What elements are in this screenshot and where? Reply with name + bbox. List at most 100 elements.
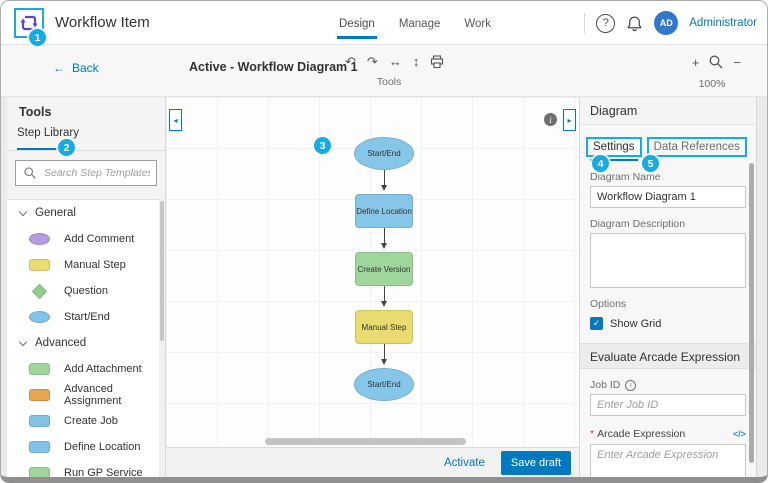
canvas-hscrollbar[interactable] — [168, 438, 577, 445]
step-shape-diamond — [32, 283, 48, 299]
step-shape-ellipse — [29, 311, 50, 323]
sidebar-title: Tools — [7, 97, 165, 123]
chevron-left-icon: ◂ — [173, 116, 177, 125]
panel-scroll-thumb[interactable] — [749, 163, 754, 463]
step-shape-rect — [29, 389, 50, 401]
step-item-label: Add Comment — [64, 233, 134, 245]
diagram-name-label: Diagram Name — [590, 171, 746, 183]
save-draft-button[interactable]: Save draft — [501, 451, 571, 475]
step-shape-rect — [29, 363, 50, 375]
checkbox-checked-icon[interactable]: ✓ — [590, 317, 603, 330]
section-header-general[interactable]: General — [7, 200, 159, 226]
step-item-add-attachment[interactable]: Add Attachment — [7, 356, 159, 382]
undo-icon[interactable]: ↶ — [345, 52, 356, 72]
user-name[interactable]: Administrator — [689, 17, 757, 29]
flow-connector-arrow — [381, 228, 387, 252]
step-item-manual-step[interactable]: Manual Step — [7, 252, 159, 278]
step-item-define-location[interactable]: Define Location — [7, 434, 159, 460]
fit-horizontal-icon[interactable]: ↔ — [389, 52, 402, 72]
header-divider — [584, 13, 585, 33]
section-label: General — [35, 207, 76, 219]
tab-design[interactable]: Design — [339, 1, 375, 45]
diagram-name-input[interactable] — [590, 186, 746, 208]
arcade-expression-label: Arcade Expression — [597, 428, 685, 440]
section-label: Advanced — [35, 337, 86, 349]
step-item-create-job[interactable]: Create Job — [7, 408, 159, 434]
collapse-left-button[interactable]: ◂ — [169, 109, 182, 131]
zoom-in-button[interactable]: + — [692, 55, 700, 70]
chevron-down-icon — [19, 207, 27, 215]
help-icon[interactable]: ? — [596, 14, 615, 33]
app-header: Workflow Item Design Manage Work ? AD Ad… — [1, 1, 767, 45]
step-shape-rect — [29, 467, 50, 477]
top-nav-tabs: Design Manage Work — [339, 1, 491, 45]
step-item-start-end[interactable]: Start/End — [7, 304, 159, 330]
info-icon[interactable]: i — [625, 380, 636, 391]
step-item-question[interactable]: Question — [7, 278, 159, 304]
options-label: Options — [590, 298, 746, 310]
step-item-label: Manual Step — [64, 259, 126, 271]
callout-badge-4: 4 — [592, 155, 609, 172]
step-item-label: Advanced Assignment — [64, 383, 159, 407]
step-search — [15, 160, 157, 186]
step-item-run-gp-service[interactable]: Run GP Service — [7, 460, 159, 477]
avatar[interactable]: AD — [654, 11, 678, 35]
section-header-advanced[interactable]: Advanced — [7, 330, 159, 356]
diagram-panel: Diagram Settings Data References Diagram… — [579, 97, 757, 477]
back-button[interactable]: ← Back — [53, 61, 99, 75]
flow-node-manual-step-3[interactable]: Manual Step — [355, 310, 413, 344]
tab-step-library[interactable]: Step Library — [17, 127, 79, 139]
flowchart: Start/End Define Location Create Version Ma… — [354, 137, 414, 401]
chevron-right-icon: ▸ — [567, 116, 571, 125]
canvas-hscroll-thumb[interactable] — [265, 438, 466, 445]
job-id-input[interactable] — [590, 394, 746, 416]
zoom-level: 100% — [685, 78, 739, 90]
flow-node-create-version-2[interactable]: Create Version — [355, 252, 413, 286]
code-icon[interactable]: </> — [733, 429, 746, 439]
flow-node-start-end-4[interactable]: Start/End — [354, 368, 414, 401]
zoom-out-button[interactable]: − — [733, 55, 741, 70]
tab-work[interactable]: Work — [464, 1, 491, 45]
sidebar-scrollbar[interactable] — [159, 199, 165, 477]
arcade-expression-input[interactable] — [590, 444, 746, 483]
redo-icon[interactable]: ↷ — [367, 52, 378, 72]
zoom-controls: + − — [692, 54, 741, 70]
step-item-advanced-assignment[interactable]: Advanced Assignment — [7, 382, 159, 408]
fit-vertical-icon[interactable]: ↕ — [413, 52, 420, 72]
search-icon — [23, 166, 37, 180]
step-item-add-comment[interactable]: Add Comment — [7, 226, 159, 252]
diagram-canvas[interactable]: ◂ ▸ i Start/End Define Location Create Ver… — [166, 97, 579, 477]
step-item-label: Run GP Service — [64, 467, 143, 477]
chevron-down-icon — [19, 337, 27, 345]
flow-connector-arrow — [381, 170, 387, 194]
callout-badge-5: 5 — [642, 155, 659, 172]
panel-scrollbar[interactable] — [749, 163, 754, 463]
sidebar-scroll-thumb[interactable] — [160, 201, 164, 341]
show-grid-label: Show Grid — [610, 318, 661, 330]
step-item-label: Create Job — [64, 415, 118, 427]
panel-tabs: Settings Data References — [586, 137, 756, 157]
flow-connector-arrow — [381, 344, 387, 368]
flow-node-start-end-0[interactable]: Start/End — [354, 137, 414, 170]
tools-group-label: Tools — [345, 76, 433, 88]
callout-badge-1: 1 — [29, 29, 46, 46]
canvas-info-icon[interactable]: i — [544, 113, 557, 126]
tab-manage[interactable]: Manage — [399, 1, 441, 45]
step-item-label: Start/End — [64, 311, 110, 323]
print-icon[interactable] — [430, 55, 444, 69]
callout-badge-2: 2 — [58, 139, 75, 156]
show-grid-checkbox-row[interactable]: ✓ Show Grid — [590, 317, 746, 330]
magnifier-icon[interactable] — [708, 54, 724, 70]
flow-node-define-location-1[interactable]: Define Location — [355, 194, 413, 228]
job-id-label: Job ID — [590, 379, 620, 391]
bell-icon[interactable] — [626, 15, 643, 32]
tab-settings[interactable]: Settings — [586, 137, 642, 157]
page-title: Workflow Item — [55, 1, 150, 45]
tab-data-references[interactable]: Data References — [647, 137, 747, 157]
activate-button[interactable]: Activate — [444, 457, 485, 469]
collapse-right-button[interactable]: ▸ — [563, 109, 576, 131]
diagram-description-input[interactable] — [590, 233, 746, 288]
step-shape-rect — [29, 441, 50, 453]
tools-sidebar: Tools Step Library General Add Comment Man… — [7, 97, 166, 477]
back-label: Back — [72, 61, 99, 75]
